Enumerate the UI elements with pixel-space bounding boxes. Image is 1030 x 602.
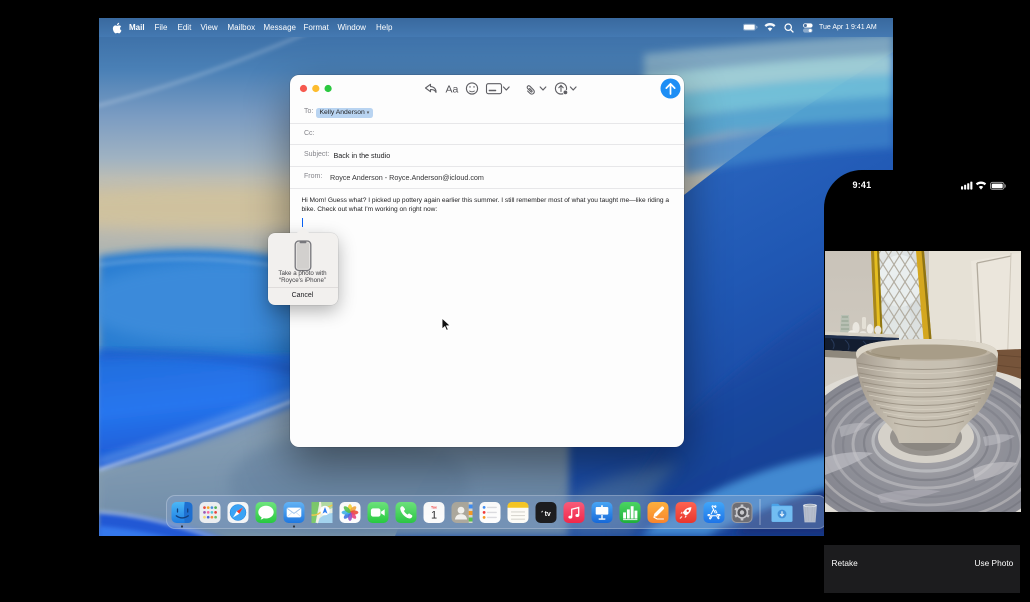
svg-text:Aa: Aa	[445, 83, 458, 95]
svg-text:tv: tv	[545, 511, 551, 518]
svg-text:1: 1	[431, 510, 437, 522]
